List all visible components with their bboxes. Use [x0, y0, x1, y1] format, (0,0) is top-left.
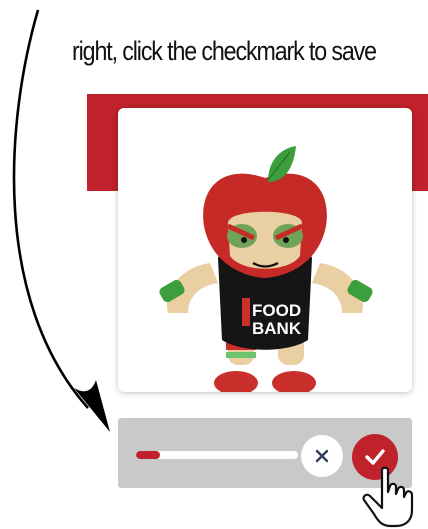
hand-cursor-icon [362, 466, 414, 528]
shirt-text-food: FOOD [252, 301, 301, 320]
shirt-text-bank: BANK [252, 319, 302, 338]
progress-fill [136, 451, 161, 459]
progress-bar [136, 451, 298, 459]
image-card: FOOD BANK [118, 108, 412, 392]
curved-arrow-icon [12, 9, 110, 432]
checkmark-icon [365, 449, 385, 465]
cancel-button[interactable] [301, 435, 343, 477]
mascot-image: FOOD BANK [159, 146, 373, 392]
close-icon [315, 449, 329, 463]
